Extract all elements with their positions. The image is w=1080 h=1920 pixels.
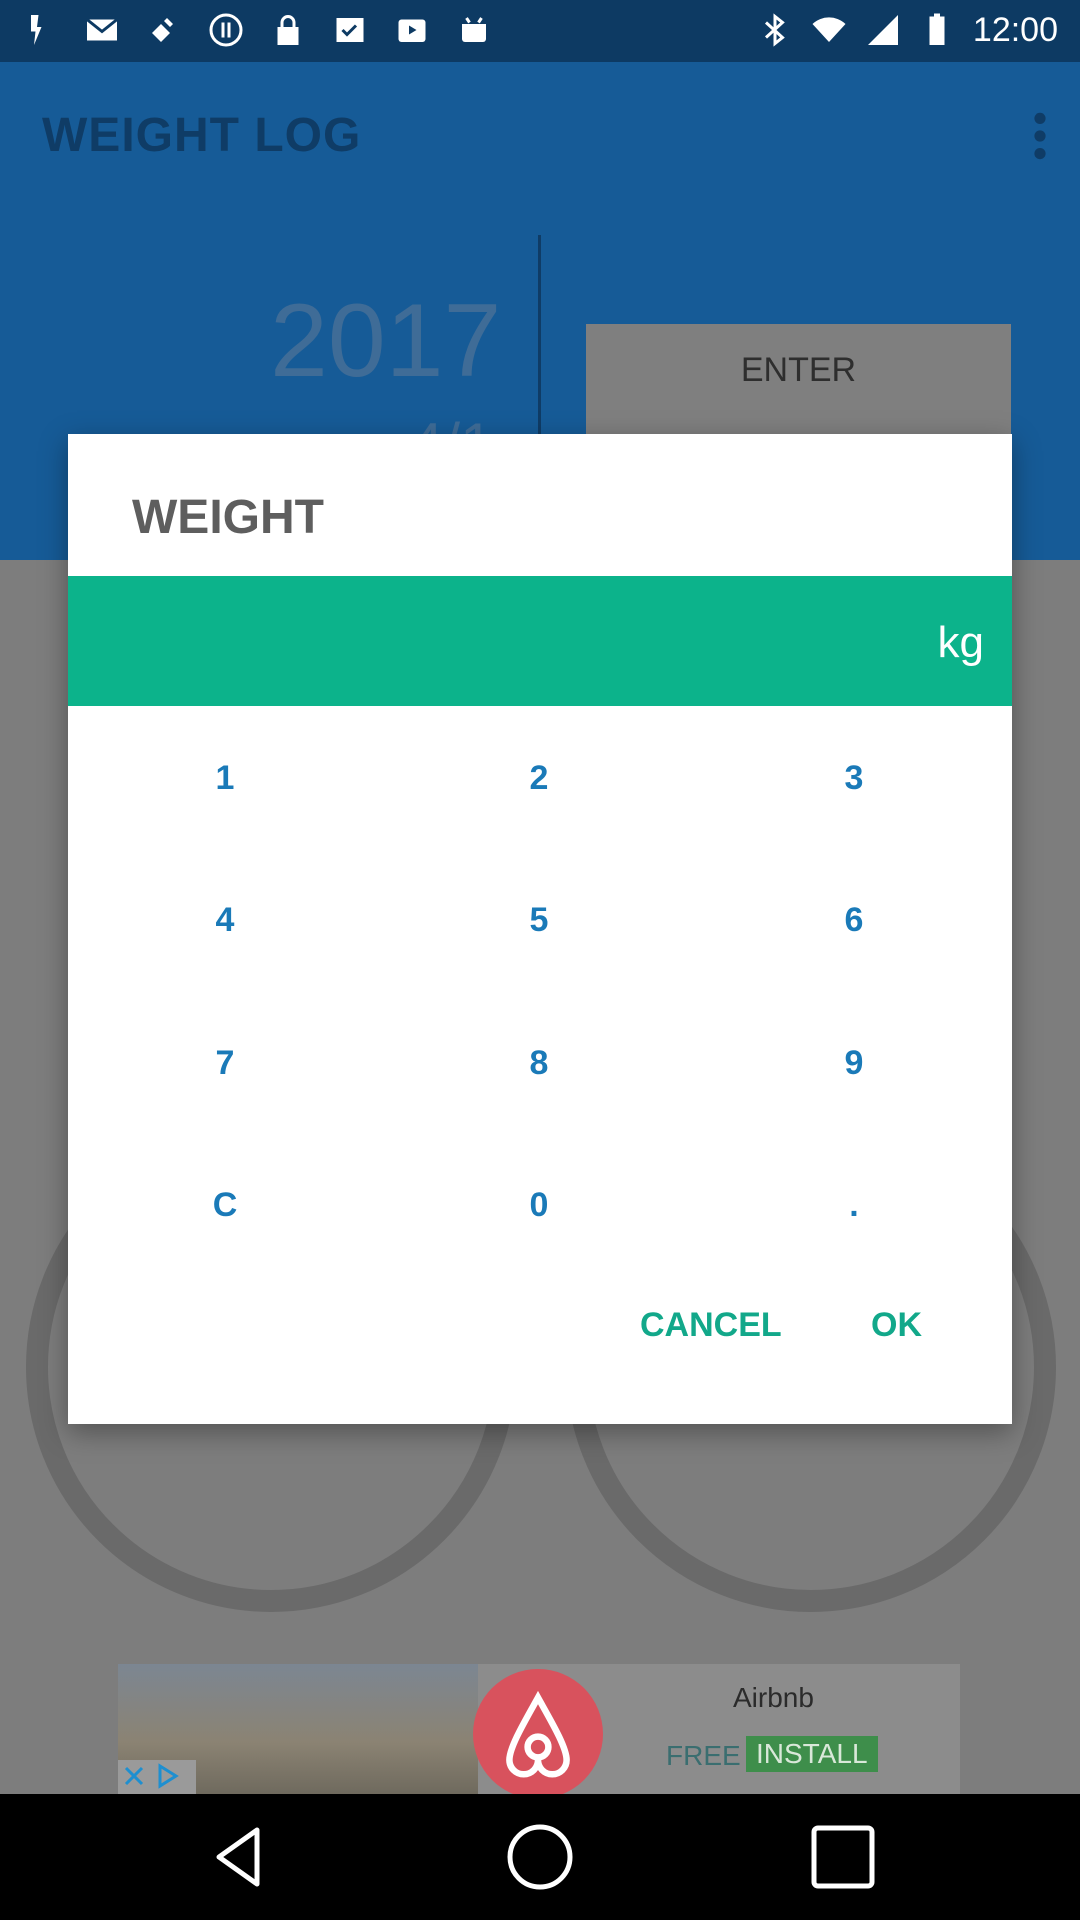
mail-icon	[86, 18, 118, 41]
key-0[interactable]: 0	[469, 1155, 609, 1255]
key-clear[interactable]: C	[155, 1155, 295, 1255]
ad-price: FREE	[666, 1740, 741, 1771]
recents-icon[interactable]	[808, 1822, 878, 1892]
dialog-title: WEIGHT	[132, 491, 324, 544]
weight-display: kg	[68, 576, 1012, 706]
ok-button[interactable]: OK	[871, 1306, 922, 1345]
wifi-icon	[812, 17, 846, 42]
location-arrow-icon	[31, 15, 42, 45]
app-title: WEIGHT LOG	[42, 109, 362, 162]
ad-choices-icon[interactable]	[118, 1760, 196, 1794]
key-1[interactable]: 1	[155, 728, 295, 828]
play-store-icon	[398, 19, 426, 42]
key-decimal[interactable]: .	[784, 1155, 924, 1255]
overflow-menu-icon[interactable]	[1030, 112, 1050, 160]
airbnb-logo-icon	[473, 1669, 603, 1794]
key-5[interactable]: 5	[469, 870, 609, 970]
home-icon[interactable]	[505, 1822, 575, 1892]
notification-icons	[22, 12, 492, 48]
ad-banner[interactable]: Airbnb FREE INSTALL	[118, 1664, 960, 1794]
bluetooth-icon	[764, 13, 785, 47]
weight-unit: kg	[937, 618, 984, 667]
android-icon	[462, 17, 486, 42]
satellite-icon	[152, 18, 173, 42]
key-9[interactable]: 9	[784, 1013, 924, 1113]
lock-icon	[277, 15, 299, 45]
checklist-icon	[336, 18, 364, 42]
key-2[interactable]: 2	[469, 728, 609, 828]
back-icon[interactable]	[205, 1822, 275, 1892]
clock: 12:00	[972, 11, 1058, 49]
key-7[interactable]: 7	[155, 1013, 295, 1113]
weight-dialog: WEIGHT kg 1 2 3 4 5 6 7 8 9 C 0 . CANCEL…	[68, 434, 1012, 1424]
cancel-button[interactable]: CANCEL	[640, 1306, 782, 1345]
status-bar: 12:00	[0, 0, 1080, 62]
ad-title: Airbnb	[733, 1682, 814, 1713]
ad-install-button[interactable]: INSTALL	[746, 1736, 878, 1772]
key-3[interactable]: 3	[784, 728, 924, 828]
key-6[interactable]: 6	[784, 870, 924, 970]
battery-icon	[929, 13, 945, 45]
navigation-bar	[0, 1794, 1080, 1920]
key-4[interactable]: 4	[155, 870, 295, 970]
system-icons: 12:00	[757, 10, 1058, 50]
pause-circle-icon	[209, 13, 243, 47]
key-8[interactable]: 8	[469, 1013, 609, 1113]
year-label[interactable]: 2017	[270, 282, 501, 401]
signal-icon	[867, 15, 898, 45]
